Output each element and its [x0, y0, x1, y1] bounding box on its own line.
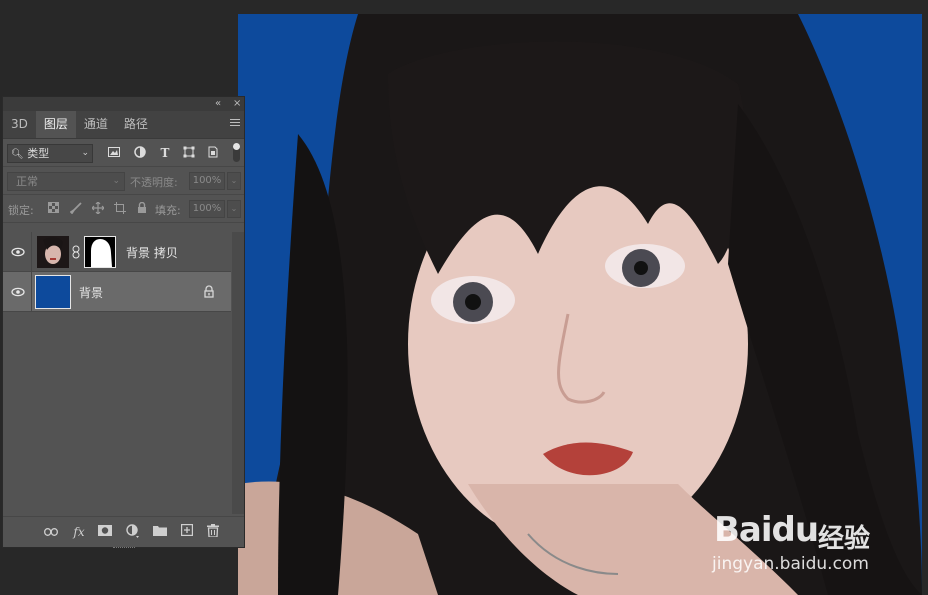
new-group-icon[interactable]: [152, 524, 168, 540]
layer-mask-thumbnail[interactable]: [84, 236, 116, 268]
layer-thumbnail[interactable]: [35, 275, 71, 309]
layer-row-background[interactable]: 背景: [3, 272, 231, 312]
lock-icon: [204, 285, 214, 298]
panel-menu-icon[interactable]: [230, 119, 240, 129]
blend-mode-select[interactable]: 正常 ⌄: [7, 172, 125, 191]
link-layers-icon[interactable]: [43, 524, 59, 540]
opacity-label: 不透明度:: [130, 176, 178, 189]
panel-titlebar[interactable]: « ×: [3, 97, 244, 111]
lock-label: 锁定:: [8, 204, 34, 217]
shape-filter-icon[interactable]: [182, 146, 196, 160]
layer-name[interactable]: 背景: [79, 284, 103, 301]
image-filter-icon[interactable]: [107, 146, 121, 160]
blend-mode-value: 正常: [16, 175, 38, 188]
fx-icon[interactable]: fx: [71, 524, 87, 540]
eye-icon[interactable]: [11, 245, 25, 259]
filter-kind-select[interactable]: 🔍︎ 类型 ⌄: [7, 144, 93, 163]
fill-input[interactable]: 100%: [189, 200, 225, 218]
adjustment-layer-icon[interactable]: [125, 524, 141, 540]
eye-icon[interactable]: [11, 285, 25, 299]
layers-panel: « × 3D 图层 通道 路径 🔍︎ 类型 ⌄ T 正常 ⌄ 不透明度: 100…: [2, 96, 245, 548]
artboard-lock-icon[interactable]: [113, 202, 127, 216]
layers-list: 背景 拷贝 背景: [3, 232, 244, 514]
tab-paths[interactable]: 路径: [116, 111, 156, 138]
brush-icon[interactable]: [69, 202, 83, 216]
adjustment-filter-icon[interactable]: [133, 146, 147, 160]
panel-footer: fx: [3, 516, 244, 547]
move-icon[interactable]: [91, 201, 105, 216]
watermark-url: jingyan.baidu.com: [712, 554, 869, 574]
panel-resize-grip[interactable]: [113, 547, 135, 551]
search-icon: 🔍︎: [11, 149, 24, 160]
delete-icon[interactable]: [205, 524, 221, 540]
fill-label: 填充:: [155, 204, 181, 217]
tab-3d[interactable]: 3D: [3, 111, 36, 138]
opacity-input[interactable]: 100%: [189, 172, 225, 190]
panel-tabs: 3D 图层 通道 路径: [3, 111, 244, 139]
chevron-down-icon: ⌄: [81, 148, 89, 158]
document-canvas[interactable]: Baidu 经验 jingyan.baidu.com: [238, 14, 922, 595]
double-chevron-left-icon[interactable]: «: [215, 97, 221, 111]
smart-object-filter-icon[interactable]: [206, 146, 220, 160]
filter-toggle[interactable]: [233, 143, 240, 162]
filter-row: 🔍︎ 类型 ⌄ T: [3, 139, 244, 167]
layer-thumbnail[interactable]: [37, 236, 69, 268]
chevron-down-icon[interactable]: ⌄: [227, 172, 241, 190]
blend-row: 正常 ⌄ 不透明度: 100% ⌄: [3, 167, 244, 195]
layers-scrollbar[interactable]: [232, 232, 244, 514]
layer-name[interactable]: 背景 拷贝: [126, 244, 178, 261]
mask-link-icon[interactable]: [71, 245, 81, 259]
lock-all-icon[interactable]: [135, 201, 149, 216]
close-icon[interactable]: ×: [233, 97, 241, 111]
watermark-brand: 经验: [818, 524, 871, 554]
chevron-down-icon: ⌄: [112, 176, 120, 186]
portrait-image: [238, 14, 922, 595]
filter-kind-label: 类型: [27, 147, 50, 160]
chevron-down-icon[interactable]: ⌄: [227, 200, 241, 218]
lock-transparent-pixels-icon[interactable]: [46, 202, 60, 216]
new-layer-icon[interactable]: [179, 524, 195, 540]
layer-row-background-copy[interactable]: 背景 拷贝: [3, 232, 231, 272]
type-filter-icon[interactable]: T: [158, 146, 172, 160]
add-mask-icon[interactable]: [97, 524, 113, 540]
tab-channels[interactable]: 通道: [76, 111, 116, 138]
tab-layers[interactable]: 图层: [35, 111, 76, 138]
lock-row: 锁定: 填充: 100% ⌄: [3, 195, 244, 223]
